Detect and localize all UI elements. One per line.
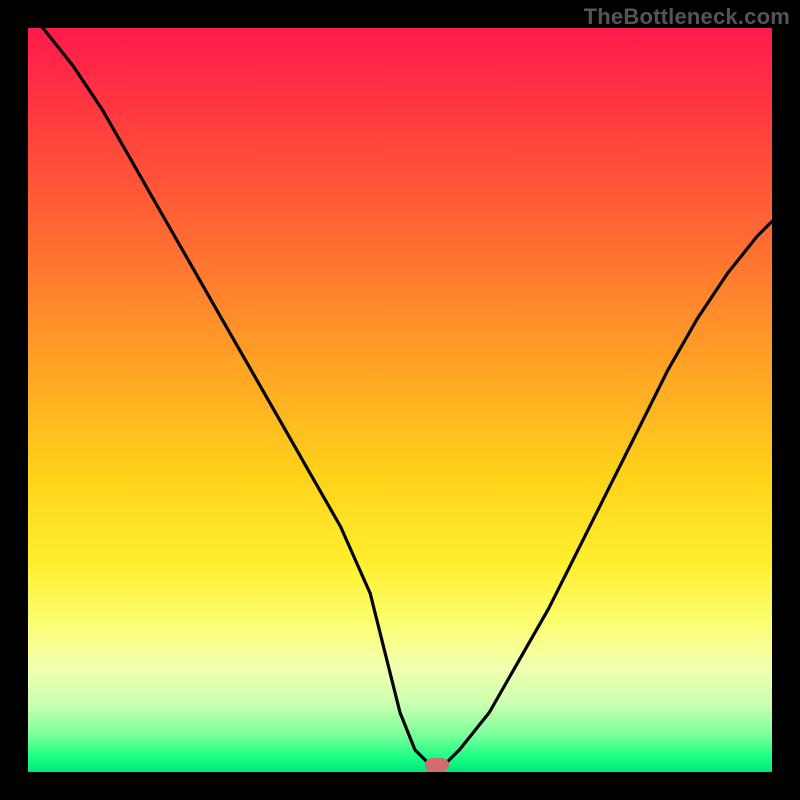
nadir-marker — [425, 758, 449, 772]
curve-layer — [28, 28, 772, 772]
bottleneck-curve-path — [43, 28, 772, 765]
plot-area — [28, 28, 772, 772]
watermark-text: TheBottleneck.com — [584, 4, 790, 30]
chart-stage: TheBottleneck.com — [0, 0, 800, 800]
